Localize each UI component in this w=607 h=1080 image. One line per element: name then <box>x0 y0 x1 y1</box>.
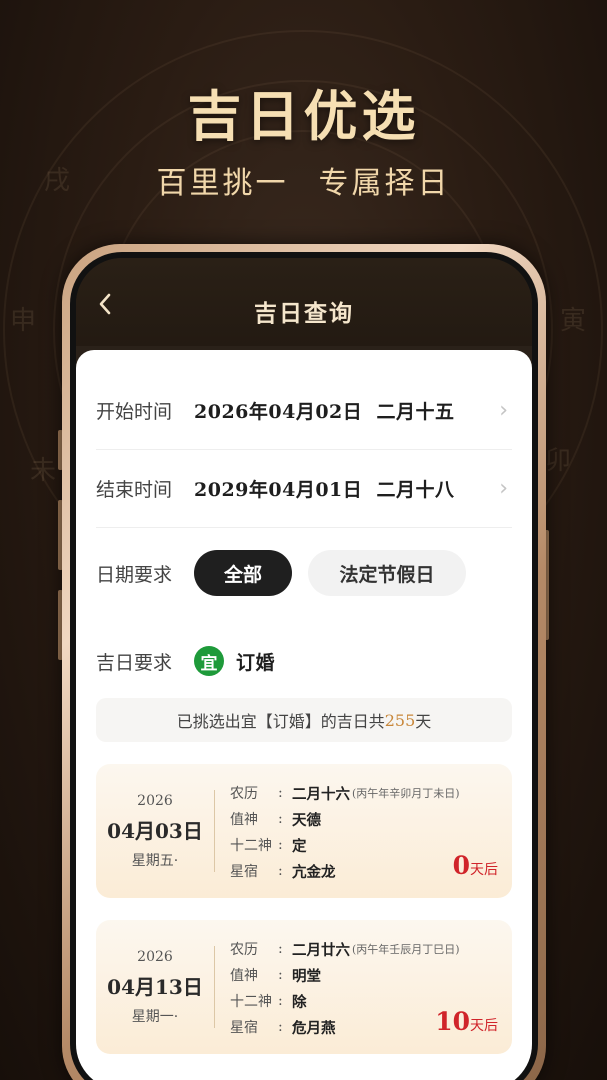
phone-bezel: 吉日查询 开始时间 2026年04月02日 二月十五 › 结束时间 2029年0… <box>70 252 538 1080</box>
lunar-line: 农历: 二月十六 (丙午年辛卯月丁未日) <box>230 780 500 806</box>
summary-count: 255 <box>384 710 416 730</box>
yi-badge: 宜 <box>194 646 224 676</box>
lucky-requirement-label: 吉日要求 <box>96 651 173 674</box>
day-year: 2026 <box>137 948 173 965</box>
hero-title: 吉日优选 <box>187 84 420 148</box>
shier-label: 十二神 <box>230 994 272 1010</box>
lucky-day-card[interactable]: 2026 04月13日 星期一· 农历: 二月廿六 (丙午年壬辰月丁巳日) 值神… <box>96 920 512 1054</box>
query-card: 开始时间 2026年04月02日 二月十五 › 结束时间 2029年04月01日… <box>76 350 532 1080</box>
lunar-label: 农历 <box>230 942 258 958</box>
days-until-unit: 天后 <box>470 862 498 878</box>
day-month-day: 04月13日 <box>107 974 203 999</box>
days-until-number: 10 <box>435 1007 470 1036</box>
xingsu-label: 星宿 <box>230 864 258 880</box>
summary-suffix: 天 <box>415 712 432 731</box>
days-until-number: 0 <box>452 851 470 880</box>
zhishen-value: 天德 <box>292 811 321 829</box>
zhishen-line: 值神: 明堂 <box>230 962 500 988</box>
day-date-block: 2026 04月03日 星期五· <box>96 764 214 898</box>
xingsu-label: 星宿 <box>230 1020 258 1036</box>
hero-subtitle-right: 专属择日 <box>318 166 451 201</box>
lunar-value: 二月廿六 <box>292 941 350 959</box>
decor-glyph: 寅 <box>560 306 587 336</box>
end-time-row[interactable]: 结束时间 2029年04月01日 二月十八 › <box>96 450 512 528</box>
end-time-label: 结束时间 <box>96 479 173 501</box>
summary-prefix: 已挑选出宜【订婚】的吉日共 <box>176 712 385 731</box>
chevron-right-icon: › <box>499 476 508 501</box>
days-until: 0天后 <box>453 851 498 880</box>
chevron-right-icon: › <box>499 398 508 423</box>
start-time-label: 开始时间 <box>96 401 173 423</box>
zhishen-line: 值神: 天德 <box>230 806 500 832</box>
lunar-note: (丙午年壬辰月丁巳日) <box>352 943 460 956</box>
lunar-label: 农历 <box>230 786 258 802</box>
phone-frame: 吉日查询 开始时间 2026年04月02日 二月十五 › 结束时间 2029年0… <box>62 244 546 1080</box>
lunar-note: (丙午年辛卯月丁未日) <box>352 787 460 800</box>
day-weekday: 星期一· <box>131 1008 179 1025</box>
nav-bar: 吉日查询 <box>76 258 532 346</box>
hero-subtitle-left: 百里挑一 <box>156 166 289 201</box>
lucky-day-card[interactable]: 2026 04月03日 星期五· 农历: 二月十六 (丙午年辛卯月丁未日) 值神… <box>96 764 512 898</box>
decor-glyph: 申 <box>10 306 37 336</box>
result-summary: 已挑选出宜【订婚】的吉日共 255 天 <box>96 698 512 742</box>
zhishen-label: 值神 <box>230 968 258 984</box>
decor-glyph: 卯 <box>545 446 572 476</box>
end-time-value: 2029年04月01日 二月十八 <box>194 479 455 501</box>
date-requirement-label: 日期要求 <box>96 563 173 586</box>
xingsu-value: 危月燕 <box>292 1019 336 1037</box>
option-holiday-button[interactable]: 法定节假日 <box>308 550 466 596</box>
lunar-value: 二月十六 <box>292 785 350 803</box>
day-date-block: 2026 04月13日 星期一· <box>96 920 214 1054</box>
xingsu-value: 亢金龙 <box>292 863 336 881</box>
lucky-requirement-value: 订婚 <box>236 651 276 674</box>
app-screen: 吉日查询 开始时间 2026年04月02日 二月十五 › 结束时间 2029年0… <box>76 258 532 1080</box>
start-time-row[interactable]: 开始时间 2026年04月02日 二月十五 › <box>96 372 512 450</box>
zhishen-value: 明堂 <box>292 967 321 985</box>
lucky-requirement-row[interactable]: 吉日要求 宜 订婚 <box>96 622 512 700</box>
day-weekday: 星期五· <box>131 852 179 869</box>
shier-value: 除 <box>292 993 307 1011</box>
page-title: 吉日查询 <box>254 300 354 327</box>
day-year: 2026 <box>137 792 173 809</box>
shier-value: 定 <box>292 837 307 855</box>
lunar-line: 农历: 二月廿六 (丙午年壬辰月丁巳日) <box>230 936 500 962</box>
start-time-value: 2026年04月02日 二月十五 <box>194 401 455 423</box>
hero-subtitle: 百里挑一 专属择日 <box>0 158 607 202</box>
zhishen-label: 值神 <box>230 812 258 828</box>
option-all-button[interactable]: 全部 <box>194 550 292 596</box>
divider <box>214 946 215 1028</box>
days-until-unit: 天后 <box>470 1018 498 1034</box>
day-month-day: 04月03日 <box>107 818 203 843</box>
divider <box>214 790 215 872</box>
date-requirement-row: 日期要求 全部 法定节假日 <box>96 534 512 612</box>
days-until: 10天后 <box>435 1007 498 1036</box>
decor-glyph: 未 <box>30 456 57 486</box>
shier-label: 十二神 <box>230 838 272 854</box>
